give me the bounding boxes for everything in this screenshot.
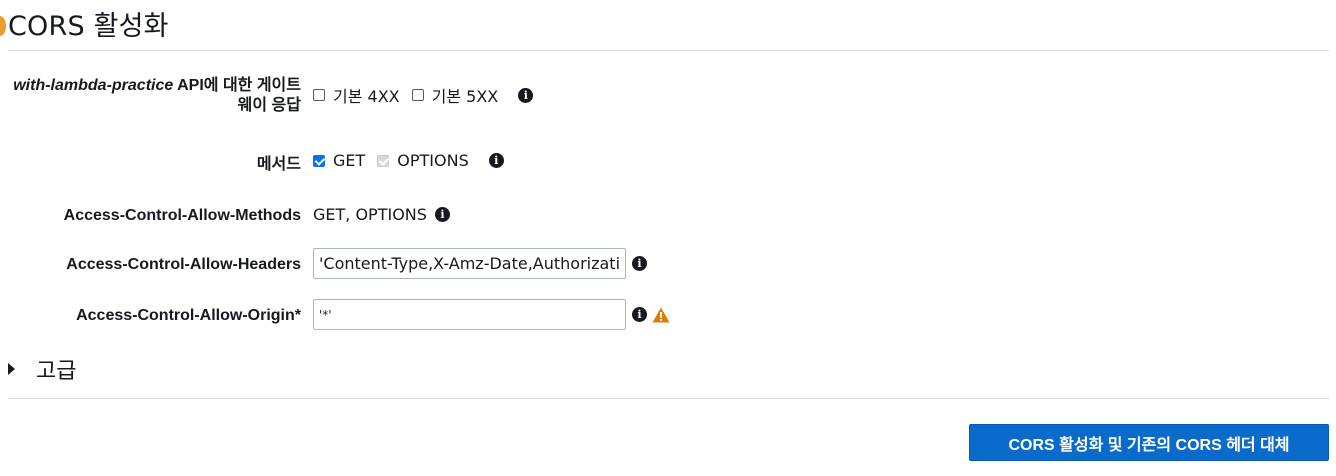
gateway-response-label: with-lambda-practice API에 대한 게이트웨이 응답 <box>1 76 301 116</box>
enable-cors-button[interactable]: CORS 활성화 및 기존의 CORS 헤더 대체 <box>969 424 1329 461</box>
options-method-checkbox <box>377 154 390 167</box>
allow-methods-value: GET, OPTIONS <box>313 205 427 224</box>
default-5xx-label[interactable]: 기본 5XX <box>432 83 499 107</box>
default-4xx-label[interactable]: 기본 4XX <box>333 83 400 107</box>
cors-panel: CORS 활성화 with-lambda-practice API에 대한 게이… <box>0 0 1336 476</box>
default-5xx-checkbox[interactable] <box>411 89 424 101</box>
caret-right-icon <box>8 363 15 375</box>
page-title: CORS 활성화 <box>8 11 169 42</box>
gateway-response-label-suffix: API에 대한 게이트웨이 응답 <box>173 77 301 114</box>
allow-origin-row: i <box>313 299 670 330</box>
top-divider <box>8 50 1329 51</box>
info-icon[interactable]: i <box>632 256 647 271</box>
api-name: with-lambda-practice <box>13 77 174 94</box>
advanced-label: 고급 <box>36 359 77 384</box>
allow-origin-label: Access-Control-Allow-Origin* <box>76 307 301 324</box>
methods-label: 메서드 <box>256 156 301 173</box>
info-icon[interactable]: i <box>488 153 504 168</box>
allow-headers-label: Access-Control-Allow-Headers <box>66 256 301 273</box>
warning-icon-svg <box>652 307 670 322</box>
info-icon[interactable]: i <box>632 307 647 322</box>
warning-icon[interactable] <box>652 307 670 323</box>
methods-options: GET OPTIONS i <box>313 151 504 170</box>
options-method-label: OPTIONS <box>397 151 469 170</box>
gateway-response-options: 기본 4XX 기본 5XX i <box>313 83 534 107</box>
default-4xx-checkbox[interactable] <box>313 89 325 101</box>
allow-methods-label: Access-Control-Allow-Methods <box>63 207 301 224</box>
allow-origin-input[interactable] <box>313 299 626 330</box>
status-indicator <box>0 16 6 36</box>
allow-headers-row: i <box>313 248 647 279</box>
bottom-divider <box>8 398 1329 399</box>
advanced-expander[interactable]: 고급 <box>8 353 76 385</box>
info-icon[interactable]: i <box>434 207 450 222</box>
get-method-label[interactable]: GET <box>333 151 365 170</box>
allow-methods-row: GET, OPTIONS i <box>313 205 450 224</box>
info-icon[interactable]: i <box>518 87 534 103</box>
allow-headers-input[interactable] <box>313 248 626 279</box>
get-method-checkbox[interactable] <box>313 154 325 167</box>
